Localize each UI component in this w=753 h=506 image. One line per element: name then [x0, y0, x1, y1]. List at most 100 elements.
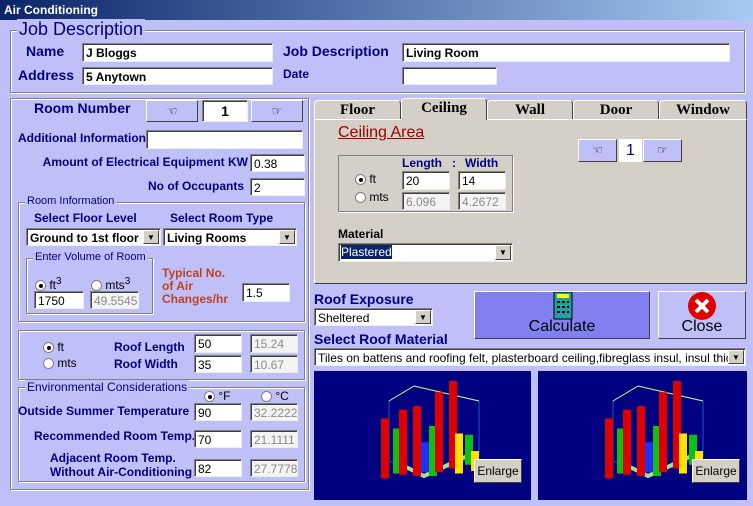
- thumbnail-bar: [605, 418, 613, 479]
- volume-mts-radio[interactable]: mts3: [91, 276, 130, 292]
- prev-room-button[interactable]: ☜: [146, 100, 198, 122]
- window-title: Air Conditioning: [0, 0, 753, 20]
- tab-door[interactable]: Door: [573, 100, 659, 119]
- ceiling-sep: :: [452, 156, 456, 170]
- radio-icon: [204, 391, 215, 403]
- volume-ft-input[interactable]: 1750: [34, 291, 84, 309]
- additional-info-input[interactable]: [146, 130, 303, 149]
- chevron-down-icon: ▼: [415, 310, 431, 324]
- celsius-radio[interactable]: °C: [261, 389, 289, 403]
- electrical-label: Amount of Electrical Equipment KW: [42, 155, 248, 169]
- floor-level-select[interactable]: Ground to 1st floor ▼: [26, 228, 161, 246]
- mts-label: mts: [57, 356, 77, 370]
- radio-icon: [355, 174, 366, 186]
- close-button[interactable]: Close: [658, 291, 746, 339]
- pointing-hand-right-icon: ☞: [271, 104, 283, 118]
- fahrenheit-radio[interactable]: °F: [204, 389, 230, 403]
- floor-level-label: Select Floor Level: [34, 211, 137, 225]
- address-label: Address: [18, 67, 75, 83]
- roof-material-select[interactable]: Tiles on battens and roofing felt, plast…: [314, 348, 746, 366]
- ceiling-mts-radio[interactable]: mts: [355, 190, 389, 204]
- ceiling-material-select[interactable]: Plastered ▼: [338, 243, 513, 262]
- ceiling-width-m-input: 4.2672: [458, 192, 506, 210]
- roof-width-ft-input[interactable]: 35: [194, 355, 242, 373]
- enlarge-button[interactable]: Enlarge: [474, 459, 522, 483]
- room-type-select[interactable]: Living Rooms ▼: [163, 228, 297, 246]
- tab-floor[interactable]: Floor: [314, 100, 401, 119]
- ceiling-width-ft-input[interactable]: 14: [458, 171, 506, 190]
- roof-exposure-select[interactable]: Sheltered ▼: [314, 308, 433, 326]
- thumbnail-bar: [659, 392, 667, 473]
- date-input[interactable]: [402, 67, 497, 85]
- date-label: Date: [283, 67, 310, 81]
- superscript: 3: [124, 276, 131, 287]
- air-label-line: Changes/hr: [162, 292, 229, 306]
- roof-exposure-label: Roof Exposure: [314, 291, 414, 307]
- thumbnail-bar: [455, 433, 463, 474]
- adjacent-label-line: Adjacent Room Temp.: [50, 451, 176, 465]
- radio-icon: [35, 280, 46, 292]
- recommended-temp-f-input[interactable]: 70: [194, 430, 242, 448]
- material-label: Material: [338, 227, 384, 241]
- volume-legend: Enter Volume of Room: [33, 251, 148, 263]
- job-description-legend: Job Description: [17, 19, 146, 40]
- f-label: °F: [218, 389, 231, 403]
- chevron-down-icon: ▼: [495, 245, 511, 260]
- thumbnail-bar: [637, 406, 645, 476]
- ceiling-ft-radio[interactable]: ft: [355, 172, 376, 186]
- room-number-field[interactable]: 1: [202, 100, 248, 122]
- calculate-button[interactable]: Calculate: [474, 291, 650, 339]
- roof-material-value: Tiles on battens and roofing felt, plast…: [318, 351, 746, 365]
- air-changes-input[interactable]: 1.5: [242, 283, 290, 302]
- roof-mts-radio[interactable]: mts: [43, 356, 77, 370]
- calculate-label: Calculate: [528, 318, 596, 335]
- pointing-hand-left-icon: ☜: [166, 104, 178, 118]
- electrical-input[interactable]: 0.38: [250, 154, 305, 172]
- occupants-input[interactable]: 2: [250, 178, 305, 196]
- volume-ft-radio[interactable]: ft3: [35, 276, 62, 292]
- enlarge-button[interactable]: Enlarge: [692, 459, 740, 483]
- thumbnail-bar: [381, 418, 389, 479]
- additional-info-label: Additional Information: [18, 131, 146, 145]
- adjacent-temp-label: Adjacent Room Temp. Without Air-Condition…: [50, 451, 192, 479]
- job-description-input[interactable]: Living Room: [402, 43, 730, 62]
- thumbnail-bar: [645, 442, 653, 473]
- ft-label: ft: [369, 172, 377, 186]
- thumbnail-bar: [421, 442, 429, 473]
- adjacent-temp-f-input[interactable]: 82: [194, 459, 242, 477]
- thumbnail-bar: [399, 409, 407, 475]
- adjacent-label-line: Without Air-Conditioning: [50, 465, 193, 479]
- roof-length-m-input: 15.24: [250, 334, 298, 353]
- name-label: Name: [26, 43, 65, 59]
- next-ceiling-button[interactable]: ☞: [643, 139, 682, 162]
- room-number-label: Room Number: [34, 100, 131, 116]
- prev-ceiling-button[interactable]: ☜: [578, 139, 617, 162]
- roof-length-ft-input[interactable]: 50: [194, 334, 242, 353]
- next-room-button[interactable]: ☞: [251, 100, 303, 122]
- adjacent-temp-c-input: 27.7778: [250, 459, 298, 477]
- roof-width-label: Roof Width: [114, 357, 178, 371]
- room-type-value: Living Rooms: [167, 231, 247, 245]
- outside-temp-f-input[interactable]: 90: [194, 403, 242, 421]
- ft-label: ft: [49, 278, 57, 292]
- air-changes-label: Typical No. of Air Changes/hr: [162, 267, 228, 306]
- tab-wall[interactable]: Wall: [487, 100, 573, 119]
- name-input[interactable]: J Bloggs: [82, 43, 273, 62]
- address-input[interactable]: 5 Anytown: [82, 67, 273, 85]
- roof-ft-radio[interactable]: ft: [43, 340, 64, 354]
- radio-icon: [91, 280, 102, 292]
- floor-level-value: Ground to 1st floor: [30, 231, 139, 245]
- ceiling-index: 1: [619, 139, 642, 162]
- exposure-value: Sheltered: [318, 311, 370, 325]
- ceiling-width-label: Width: [465, 156, 499, 170]
- close-icon: [688, 292, 716, 320]
- tab-window[interactable]: Window: [659, 100, 747, 119]
- roof-width-m-input: 10.67: [250, 355, 298, 373]
- occupants-label: No of Occupants: [147, 179, 244, 193]
- tab-ceiling[interactable]: Ceiling: [401, 98, 487, 120]
- ceiling-length-ft-input[interactable]: 20: [402, 171, 450, 190]
- mts-label: mts: [105, 278, 125, 292]
- calculator-icon: [553, 292, 573, 320]
- outside-temp-label: Outside Summer Temperature: [18, 404, 190, 418]
- mts-label: mts: [369, 190, 389, 204]
